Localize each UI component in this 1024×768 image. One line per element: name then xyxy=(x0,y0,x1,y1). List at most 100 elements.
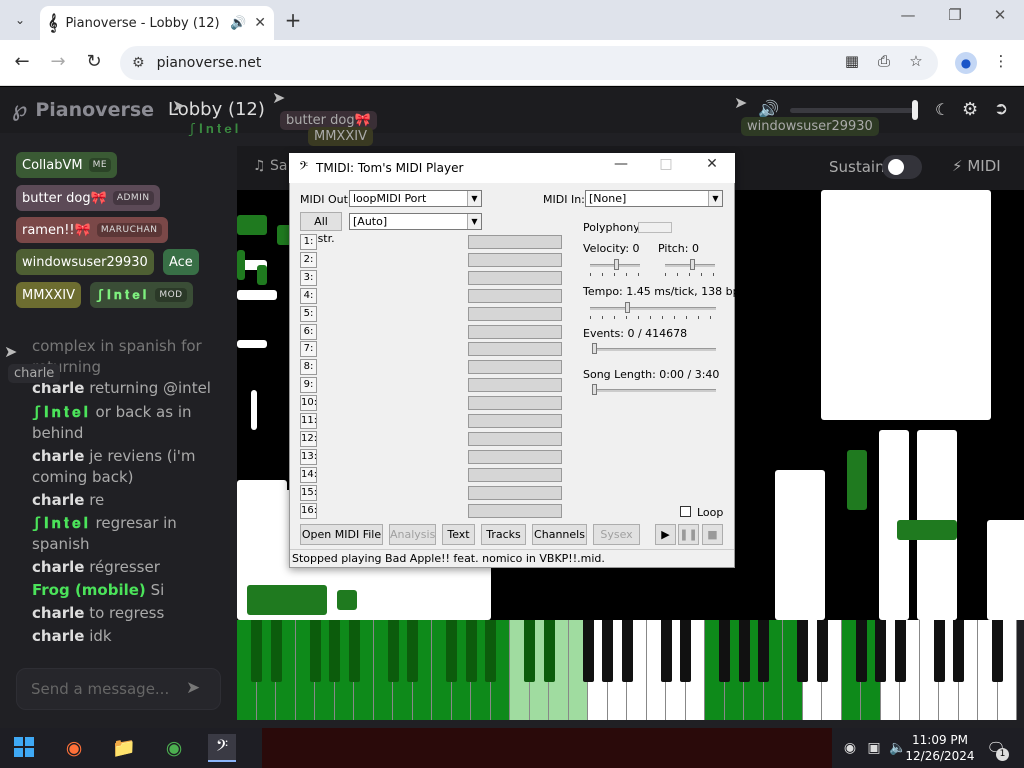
piano-black-key[interactable] xyxy=(602,620,613,682)
forward-button[interactable]: → xyxy=(46,51,70,75)
channel-number[interactable]: 2: xyxy=(300,251,317,268)
address-bar[interactable]: ⚙ pianoverse.net xyxy=(120,46,938,80)
midi-out-select[interactable]: loopMIDI Port ▼ xyxy=(349,190,482,207)
windows-start-icon[interactable] xyxy=(14,737,34,757)
restore-button[interactable]: ❐ xyxy=(933,6,977,34)
piano-black-key[interactable] xyxy=(875,620,886,682)
piano-black-key[interactable] xyxy=(251,620,262,682)
events-slider-thumb[interactable] xyxy=(592,343,597,354)
chat-author[interactable]: charle xyxy=(32,627,84,645)
bookmark-star-icon[interactable]: ☆ xyxy=(905,52,927,74)
user-badge[interactable]: windowsuser29930 xyxy=(16,249,154,275)
text-button[interactable]: Text xyxy=(442,524,475,545)
tempo-slider[interactable] xyxy=(590,307,716,310)
site-settings-icon[interactable]: ⚙ xyxy=(132,55,145,71)
back-button[interactable]: ← xyxy=(10,51,34,75)
user-badge[interactable]: CollabVM ME xyxy=(16,152,118,178)
midi-maximize-button[interactable]: □ xyxy=(651,156,681,178)
user-badge[interactable]: MMXXIV xyxy=(16,282,81,308)
tab-close-icon[interactable]: ✕ xyxy=(254,15,266,31)
loop-checkbox[interactable] xyxy=(680,506,691,517)
exit-icon[interactable]: ➲ xyxy=(994,99,1008,119)
song-position-slider[interactable] xyxy=(593,389,716,392)
dark-mode-moon-icon[interactable]: ☾ xyxy=(935,100,949,119)
piano-black-key[interactable] xyxy=(953,620,964,682)
chrome-icon[interactable]: ◉ xyxy=(160,734,188,762)
song-position-slider-thumb[interactable] xyxy=(592,384,597,395)
channel-number[interactable]: 8: xyxy=(300,359,317,376)
sysex-button[interactable]: Sysex xyxy=(593,524,640,545)
send-icon[interactable]: ➤ xyxy=(186,678,200,698)
taskbar-clock[interactable]: 11:09 PM 12/26/2024 xyxy=(904,732,976,764)
channel-number[interactable]: 10: xyxy=(300,395,317,412)
piano-black-key[interactable] xyxy=(621,620,633,682)
piano-black-key[interactable] xyxy=(680,620,691,682)
piano-black-key[interactable] xyxy=(894,620,906,682)
chat-author[interactable]: charle xyxy=(32,447,84,465)
piano-black-key[interactable] xyxy=(660,620,672,682)
midi-minimize-button[interactable]: — xyxy=(606,156,636,178)
channel-number[interactable]: 4: xyxy=(300,287,317,304)
stop-icon[interactable]: ■ xyxy=(702,524,723,545)
settings-gear-icon[interactable]: ⚙ xyxy=(962,99,978,120)
velocity-slider-thumb[interactable] xyxy=(614,259,619,270)
midi-in-select[interactable]: [None] ▼ xyxy=(585,190,723,207)
install-app-icon[interactable]: ⎙ xyxy=(873,52,895,74)
chat-author[interactable]: charle xyxy=(32,558,84,576)
volume-slider[interactable] xyxy=(790,108,914,113)
channels-button[interactable]: Channels xyxy=(532,524,587,545)
piano-black-key[interactable] xyxy=(309,620,321,682)
channel-number[interactable]: 12: xyxy=(300,430,317,447)
chat-author[interactable]: ʃ𝐈𝐧𝐭𝐞𝐥 xyxy=(32,514,91,532)
brand-logo[interactable]: ℘ Pianoverse xyxy=(12,97,154,122)
tab-search-chevron-icon[interactable]: ⌄ xyxy=(8,8,32,32)
piano-black-key[interactable] xyxy=(329,620,340,682)
channel-number[interactable]: 1: xyxy=(300,234,317,250)
file-explorer-icon[interactable]: 📁 xyxy=(110,734,138,762)
instrument-select[interactable]: [Auto] ▼ xyxy=(349,213,482,230)
piano-black-key[interactable] xyxy=(387,620,399,682)
tracks-button[interactable]: Tracks xyxy=(481,524,526,545)
midi-close-button[interactable]: ✕ xyxy=(697,156,727,178)
piano-black-key[interactable] xyxy=(485,620,496,682)
reload-button[interactable]: ↻ xyxy=(82,51,106,75)
piano-black-key[interactable] xyxy=(797,620,808,682)
close-window-button[interactable]: ✕ xyxy=(978,6,1022,34)
channel-number[interactable]: 15: xyxy=(300,484,317,501)
user-badge[interactable]: Ace xyxy=(163,249,199,275)
firefox-icon[interactable]: ◉ xyxy=(60,734,88,762)
analysis-button[interactable]: Analysis xyxy=(389,524,436,545)
new-tab-button[interactable]: + xyxy=(282,8,304,32)
play-icon[interactable]: ▶ xyxy=(655,524,676,545)
tmidi-taskbar-icon[interactable]: 𝄢 xyxy=(208,734,236,762)
channel-number[interactable]: 11: xyxy=(300,413,317,429)
user-badge[interactable]: ramen!!🎀 MARUCHAN xyxy=(16,217,168,243)
piano-black-key[interactable] xyxy=(738,620,750,682)
piano-black-key[interactable] xyxy=(933,620,945,682)
midi-button[interactable]: ⚡ MIDI xyxy=(952,157,1001,175)
open-midi-file-button[interactable]: Open MIDI File xyxy=(300,524,383,545)
pitch-slider-thumb[interactable] xyxy=(690,259,695,270)
all-instruments-button[interactable]: All Instr. xyxy=(300,212,342,245)
piano-black-key[interactable] xyxy=(524,620,535,682)
song-button[interactable]: ♫ Sa xyxy=(253,158,287,174)
profile-avatar[interactable]: ● xyxy=(955,52,977,74)
user-badge[interactable]: butter dog🎀 ADMIN xyxy=(16,185,160,211)
piano-black-key[interactable] xyxy=(348,620,360,682)
piano-black-key[interactable] xyxy=(758,620,769,682)
chrome-menu-icon[interactable]: ⋮ xyxy=(990,52,1012,74)
piano-black-key[interactable] xyxy=(465,620,477,682)
channel-number[interactable]: 6: xyxy=(300,323,317,340)
tempo-slider-thumb[interactable] xyxy=(625,302,630,313)
piano-keyboard[interactable] xyxy=(237,620,1017,720)
chat-author[interactable]: charle xyxy=(32,604,84,622)
reading-mode-icon[interactable]: ▦ xyxy=(841,52,863,74)
piano-black-key[interactable] xyxy=(582,620,594,682)
events-slider[interactable] xyxy=(593,348,716,351)
channel-number[interactable]: 9: xyxy=(300,377,317,394)
piano-black-key[interactable] xyxy=(446,620,457,682)
channel-number[interactable]: 14: xyxy=(300,466,317,483)
chat-author[interactable]: Frog (mobile) xyxy=(32,581,146,599)
piano-black-key[interactable] xyxy=(543,620,555,682)
channel-number[interactable]: 13: xyxy=(300,448,317,465)
